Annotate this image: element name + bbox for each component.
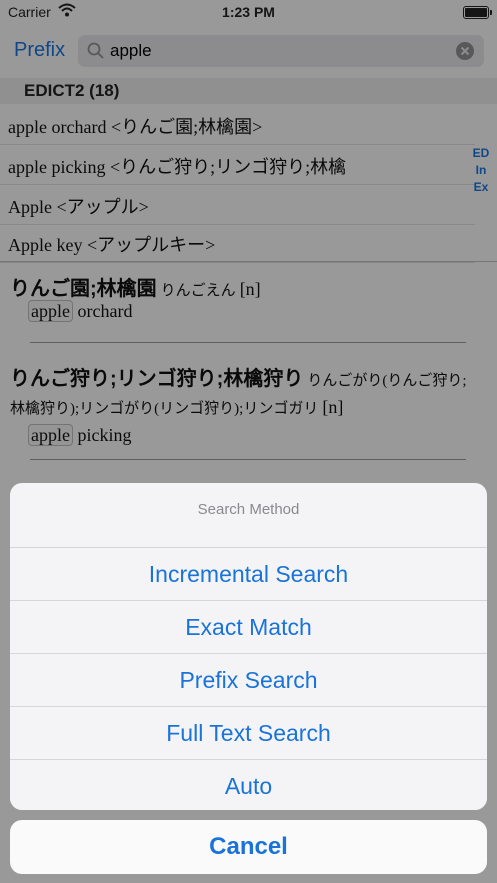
option-full-text-search[interactable]: Full Text Search (10, 707, 487, 760)
action-sheet-title: Search Method (10, 483, 487, 548)
option-incremental-search[interactable]: Incremental Search (10, 548, 487, 601)
option-exact-match[interactable]: Exact Match (10, 601, 487, 654)
option-auto[interactable]: Auto (10, 760, 487, 810)
action-sheet: Search Method Incremental Search Exact M… (10, 483, 487, 810)
option-prefix-search[interactable]: Prefix Search (10, 654, 487, 707)
cancel-button[interactable]: Cancel (10, 820, 487, 874)
